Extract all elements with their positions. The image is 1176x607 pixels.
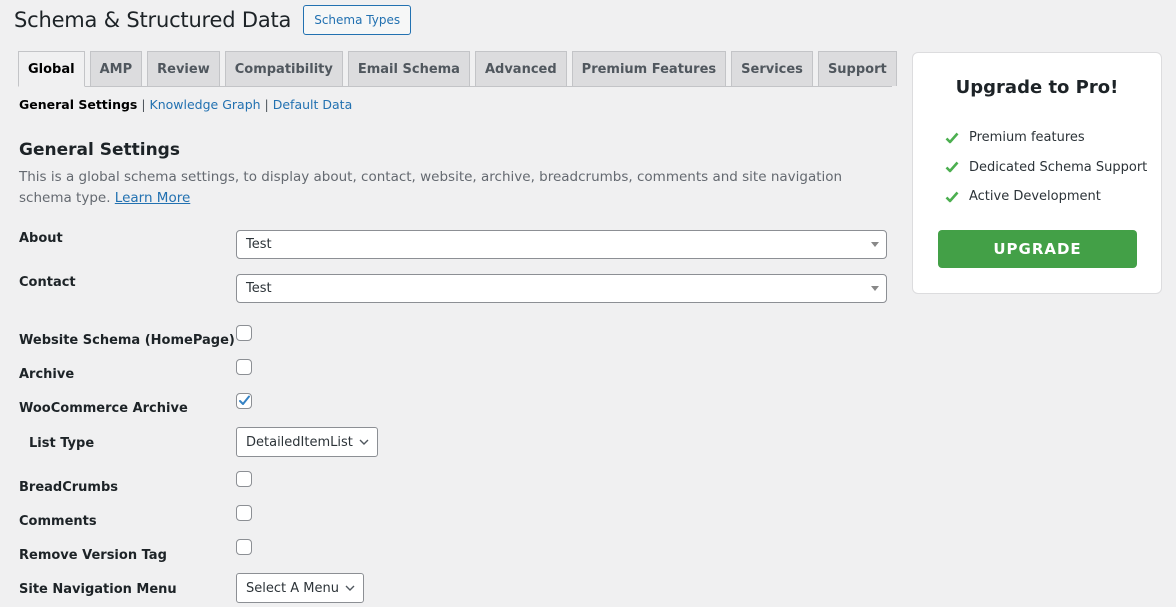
upgrade-card: Upgrade to Pro! Premium features Dedicat… bbox=[912, 52, 1162, 294]
contact-select[interactable]: Test bbox=[236, 274, 887, 303]
list-type-select[interactable]: DetailedItemList bbox=[236, 427, 378, 457]
remove-version-tag-label: Remove Version Tag bbox=[19, 548, 167, 563]
subnav-knowledge-graph[interactable]: Knowledge Graph bbox=[150, 97, 261, 112]
remove-version-tag-checkbox[interactable] bbox=[236, 539, 252, 555]
archive-checkbox[interactable] bbox=[236, 359, 252, 375]
woocommerce-archive-label: WooCommerce Archive bbox=[19, 401, 188, 416]
tab-global[interactable]: Global bbox=[18, 51, 85, 87]
tab-premium-features[interactable]: Premium Features bbox=[571, 51, 727, 86]
about-select[interactable]: Test bbox=[236, 230, 887, 259]
upgrade-card-title: Upgrade to Pro! bbox=[955, 77, 1119, 98]
feature-label: Premium features bbox=[969, 130, 1085, 146]
contact-label: Contact bbox=[19, 275, 76, 290]
subnav: General Settings | Knowledge Graph | Def… bbox=[19, 97, 352, 112]
dropdown-arrow-icon bbox=[871, 242, 879, 247]
list-type-label: List Type bbox=[29, 436, 95, 451]
subnav-separator: | bbox=[137, 97, 150, 112]
subnav-default-data[interactable]: Default Data bbox=[273, 97, 353, 112]
feature-item: Active Development bbox=[945, 182, 1147, 212]
feature-label: Active Development bbox=[969, 189, 1101, 205]
tab-support[interactable]: Support bbox=[817, 51, 897, 86]
site-navigation-menu-select[interactable]: Select A Menu bbox=[236, 573, 364, 603]
feature-list: Premium features Dedicated Schema Suppor… bbox=[945, 123, 1147, 212]
page-header: Schema & Structured Data Schema Types bbox=[14, 4, 412, 36]
tab-email-schema[interactable]: Email Schema bbox=[347, 51, 470, 86]
feature-label: Dedicated Schema Support bbox=[969, 159, 1148, 175]
check-icon bbox=[945, 161, 961, 173]
tab-compatibility[interactable]: Compatibility bbox=[224, 51, 343, 86]
contact-select-value: Test bbox=[246, 281, 272, 296]
section-title: General Settings bbox=[19, 140, 180, 160]
website-schema-checkbox[interactable] bbox=[236, 325, 252, 341]
check-icon bbox=[945, 132, 961, 144]
comments-checkbox[interactable] bbox=[236, 505, 252, 521]
website-schema-label: Website Schema (HomePage) bbox=[19, 333, 235, 348]
section-description: This is a global schema settings, to dis… bbox=[19, 167, 894, 209]
tab-advanced[interactable]: Advanced bbox=[474, 51, 567, 86]
breadcrumbs-label: BreadCrumbs bbox=[19, 480, 119, 495]
check-icon bbox=[945, 191, 961, 203]
about-label: About bbox=[19, 231, 63, 246]
tab-services[interactable]: Services bbox=[731, 51, 813, 86]
about-select-value: Test bbox=[246, 237, 272, 252]
feature-item: Dedicated Schema Support bbox=[945, 153, 1147, 183]
upgrade-button[interactable]: UPGRADE bbox=[938, 230, 1137, 268]
checkmark-icon bbox=[239, 395, 250, 405]
subnav-separator: | bbox=[260, 97, 273, 112]
feature-item: Premium features bbox=[945, 123, 1147, 153]
comments-label: Comments bbox=[19, 514, 97, 529]
settings-tabs: Global AMP Review Compatibility Email Sc… bbox=[18, 51, 897, 87]
dropdown-arrow-icon bbox=[871, 286, 879, 291]
page-title: Schema & Structured Data bbox=[14, 8, 292, 32]
chevron-down-icon bbox=[345, 585, 355, 591]
chevron-down-icon bbox=[359, 439, 369, 445]
tab-review[interactable]: Review bbox=[147, 51, 220, 86]
schema-types-button[interactable]: Schema Types bbox=[303, 5, 412, 35]
archive-label: Archive bbox=[19, 367, 75, 382]
list-type-select-value: DetailedItemList bbox=[246, 434, 353, 450]
subnav-general-settings[interactable]: General Settings bbox=[19, 97, 137, 112]
breadcrumbs-checkbox[interactable] bbox=[236, 471, 252, 487]
learn-more-link[interactable]: Learn More bbox=[115, 190, 191, 206]
woocommerce-archive-checkbox[interactable] bbox=[236, 393, 252, 409]
site-navigation-menu-label: Site Navigation Menu bbox=[19, 582, 177, 597]
tab-amp[interactable]: AMP bbox=[89, 51, 143, 86]
site-navigation-menu-select-value: Select A Menu bbox=[246, 580, 339, 596]
